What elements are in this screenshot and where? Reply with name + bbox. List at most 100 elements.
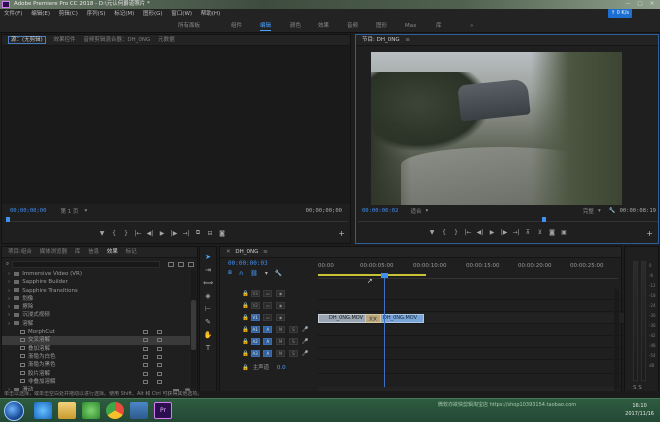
extract-icon[interactable]: ⊻	[534, 229, 546, 236]
clip-a[interactable]: DH_0NG.MOV	[318, 314, 368, 323]
tab-markers[interactable]: 标记	[126, 249, 137, 255]
maximize-button[interactable]: □	[634, 0, 646, 9]
accelerated-effects-icon[interactable]	[168, 262, 174, 267]
tab-audio-mixer[interactable]: 音频剪辑混合器：DH_0NG	[83, 37, 150, 43]
lane-v1[interactable]: DH_0NG.MOV DH_0NG.MOV 交叉	[318, 313, 638, 324]
workspace-more-icon[interactable]: »	[470, 19, 473, 33]
eye-icon[interactable]: ◉	[276, 302, 286, 309]
work-area-bar[interactable]	[318, 274, 426, 276]
lock-icon[interactable]: 🔒	[242, 365, 249, 371]
source-timecode-current[interactable]: 00;00;00;00	[10, 208, 46, 214]
menu-help[interactable]: 帮助(H)	[201, 11, 220, 17]
list-item[interactable]: › 沉浸式视频	[2, 311, 190, 319]
go-to-in-icon[interactable]: |←	[132, 230, 144, 237]
workspace-editing[interactable]: 编辑	[260, 19, 272, 33]
tab-metadata[interactable]: 元数据	[158, 37, 175, 43]
solo-icon[interactable]: S	[288, 350, 298, 357]
program-fit-chevron-icon[interactable]: ▾	[425, 208, 428, 214]
source-fit-dropdown[interactable]: 第 1 页	[60, 207, 78, 215]
yuv-effects-icon[interactable]	[188, 262, 194, 267]
list-item[interactable]: › Sapphire Builder	[2, 278, 190, 286]
list-item[interactable]: › 划像	[2, 295, 190, 303]
sync-lock-icon[interactable]: ▭	[263, 314, 273, 321]
menu-graphics[interactable]: 图形(G)	[143, 11, 163, 17]
solo-icon[interactable]: S	[288, 338, 298, 345]
list-item[interactable]: › 溶解	[2, 320, 190, 328]
mic-icon[interactable]: 🎤	[302, 351, 309, 357]
lock-icon[interactable]: 🔒	[242, 303, 249, 309]
list-item[interactable]: 渐隐为白色	[2, 353, 190, 361]
timeline-wrench-icon[interactable]: 🔧	[275, 270, 282, 277]
list-item[interactable]: › Immersive Video (VR)	[2, 270, 190, 278]
program-go-to-out-icon[interactable]: →|	[510, 229, 522, 236]
lane-v2[interactable]	[318, 301, 638, 312]
master-value[interactable]: 0.0	[277, 365, 286, 371]
program-camera-icon[interactable]: ◙	[546, 229, 558, 236]
source-time-ruler[interactable]	[6, 217, 348, 222]
timeline-timecode[interactable]: 00:00:00:03	[228, 260, 268, 267]
workspace-library[interactable]: 库	[436, 19, 442, 33]
program-marker-icon[interactable]: ▼	[426, 229, 438, 236]
workspace-color[interactable]: 颜色	[290, 19, 301, 33]
program-step-forward-icon[interactable]: |▶	[498, 229, 510, 236]
program-quality-dropdown[interactable]: 完整	[583, 207, 594, 215]
workspace-assembly[interactable]: 组件	[231, 19, 242, 33]
program-playhead[interactable]	[542, 217, 546, 222]
source-viewer[interactable]	[2, 46, 350, 204]
folder-icon[interactable]	[58, 402, 76, 419]
workspace-effects[interactable]: 效果	[318, 19, 329, 33]
chevron-right-icon[interactable]: ›	[8, 279, 10, 285]
track-target-icon[interactable]: A	[263, 338, 273, 345]
sync-lock-icon[interactable]: ▭	[263, 290, 273, 297]
workspace-max[interactable]: Max	[405, 19, 416, 33]
lock-icon[interactable]: 🔒	[242, 339, 249, 345]
tab-project[interactable]: 项目:组合	[8, 249, 32, 255]
program-mark-in-icon[interactable]: {	[438, 229, 450, 236]
hand-tool-icon[interactable]: ✋	[200, 329, 216, 342]
chevron-right-icon[interactable]: ›	[8, 312, 10, 318]
track-label-v3[interactable]: V3	[250, 290, 260, 297]
32bit-effects-icon[interactable]	[178, 262, 184, 267]
track-target-icon[interactable]: A	[263, 350, 273, 357]
track-label-a2[interactable]: A2	[250, 338, 260, 345]
timeline-playhead-line[interactable]	[384, 275, 385, 395]
menu-sequence[interactable]: 序列(S)	[87, 11, 106, 17]
effects-scroll-thumb[interactable]	[191, 300, 196, 350]
source-add-button-icon[interactable]: +	[338, 229, 345, 238]
selection-tool-icon[interactable]: ➤	[200, 251, 216, 264]
wrench-icon[interactable]: 🔧	[609, 208, 616, 214]
menu-window[interactable]: 窗口(W)	[171, 11, 192, 17]
list-item[interactable]: MorphCut	[2, 328, 190, 336]
clock[interactable]: 16:10 2017/11/16	[625, 402, 654, 418]
close-button[interactable]: ✕	[646, 0, 658, 9]
list-item[interactable]: 叠加溶解	[2, 345, 190, 353]
chevron-right-icon[interactable]: ›	[8, 296, 10, 302]
tab-program[interactable]: 节目: DH_0NG	[362, 37, 400, 43]
tab-effect-controls[interactable]: 效果控件	[54, 37, 76, 43]
track-select-tool-icon[interactable]: ⇥	[200, 264, 216, 277]
program-fit-dropdown[interactable]: 适合	[410, 207, 421, 215]
insert-icon[interactable]: ⧉	[192, 229, 204, 237]
snap-icon[interactable]: ∩	[239, 270, 243, 277]
mute-icon[interactable]: M	[276, 326, 286, 333]
track-label-v2[interactable]: V2	[250, 302, 260, 309]
source-playhead[interactable]	[6, 217, 10, 222]
menu-clip[interactable]: 剪辑(C)	[59, 11, 78, 17]
source-fit-chevron-icon[interactable]: ▾	[84, 208, 87, 214]
list-item[interactable]: 交叉溶解	[2, 336, 190, 345]
menu-file[interactable]: 文件(F)	[4, 11, 22, 17]
menu-edit[interactable]: 编辑(E)	[31, 11, 50, 17]
program-mark-out-icon[interactable]: }	[450, 229, 462, 236]
marker-icon[interactable]: ▼	[96, 230, 108, 237]
list-item[interactable]: › 擦除	[2, 303, 190, 311]
overwrite-icon[interactable]: ⊟	[204, 230, 216, 237]
track-label-v1[interactable]: V1	[250, 314, 260, 321]
tab-source[interactable]: 源：(无剪辑)	[8, 36, 46, 44]
chrome-icon[interactable]	[106, 402, 124, 419]
solo-icon[interactable]: S	[288, 326, 298, 333]
step-forward-icon[interactable]: |▶	[168, 230, 180, 237]
lock-icon[interactable]: 🔒	[242, 291, 249, 297]
start-button-icon[interactable]	[4, 401, 24, 421]
chevron-right-icon[interactable]: ›	[8, 304, 10, 310]
step-back-icon[interactable]: ◀|	[144, 230, 156, 237]
